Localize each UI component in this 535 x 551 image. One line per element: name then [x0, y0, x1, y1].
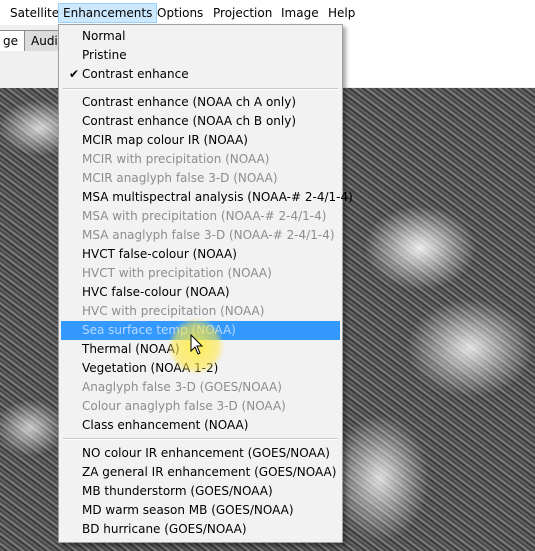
menu-item-za-general-ir[interactable]: ZA general IR enhancement (GOES/NOAA)	[61, 463, 340, 482]
menu-item-hvct[interactable]: HVCT false-colour (NOAA)	[61, 245, 340, 264]
menu-bar: Satellite Enhancements Options Projectio…	[0, 0, 535, 25]
menu-item-hvct-precip: HVCT with precipitation (NOAA)	[61, 264, 340, 283]
menu-item-bd-hurricane[interactable]: BD hurricane (GOES/NOAA)	[61, 520, 340, 539]
menu-item-label: Contrast enhance (NOAA ch A only)	[82, 95, 297, 109]
menu-item-colour-anaglyph: Colour anaglyph false 3-D (NOAA)	[61, 397, 340, 416]
menu-projection[interactable]: Projection	[209, 4, 276, 22]
menu-enhancements[interactable]: Enhancements	[58, 3, 158, 23]
menu-item-contrast-ch-b[interactable]: Contrast enhance (NOAA ch B only)	[61, 112, 340, 131]
menu-item-label: MCIR anaglyph false 3-D (NOAA)	[82, 171, 278, 185]
menu-item-label: MB thunderstorm (GOES/NOAA)	[82, 484, 273, 498]
menu-item-no-colour-ir[interactable]: NO colour IR enhancement (GOES/NOAA)	[61, 444, 340, 463]
menu-item-normal[interactable]: Normal	[61, 27, 340, 46]
menu-item-label: HVCT with precipitation (NOAA)	[82, 266, 272, 280]
menu-separator	[63, 438, 338, 440]
menu-item-contrast-enhance[interactable]: ✔ Contrast enhance	[61, 65, 340, 84]
menu-item-mb-thunderstorm[interactable]: MB thunderstorm (GOES/NOAA)	[61, 482, 340, 501]
menu-item-label: MSA with precipitation (NOAA-# 2-4/1-4)	[82, 209, 327, 223]
checkmark-icon: ✔	[68, 67, 80, 81]
tab-image[interactable]: ge	[0, 30, 25, 51]
menu-item-label: Normal	[82, 29, 126, 43]
menu-separator	[63, 88, 338, 90]
menu-item-label: MCIR with precipitation (NOAA)	[82, 152, 270, 166]
menu-item-label: ZA general IR enhancement (GOES/NOAA)	[82, 465, 337, 479]
menu-item-label: Contrast enhance (NOAA ch B only)	[82, 114, 297, 128]
menu-item-label: HVC false-colour (NOAA)	[82, 285, 230, 299]
menu-item-label: BD hurricane (GOES/NOAA)	[82, 522, 247, 536]
menu-item-label: Colour anaglyph false 3-D (NOAA)	[82, 399, 286, 413]
toolbar-area	[342, 25, 535, 87]
enhancements-dropdown: Normal Pristine ✔ Contrast enhance Contra…	[58, 24, 353, 543]
menu-item-pristine[interactable]: Pristine	[61, 46, 340, 65]
menu-image[interactable]: Image	[277, 4, 323, 22]
menu-item-label: Pristine	[82, 48, 127, 62]
menu-item-class-enhancement[interactable]: Class enhancement (NOAA)	[61, 416, 340, 435]
menu-item-label: HVC with precipitation (NOAA)	[82, 304, 265, 318]
menu-help[interactable]: Help	[324, 4, 359, 22]
mouse-pointer-icon	[190, 334, 204, 355]
menu-item-label: Contrast enhance	[82, 67, 189, 81]
menu-item-label: MSA multispectral analysis (NOAA-# 2-4/1…	[82, 190, 353, 204]
menu-options[interactable]: Options	[153, 4, 207, 22]
menu-item-msa-anaglyph: MSA anaglyph false 3-D (NOAA-# 2-4/1-4)	[61, 226, 340, 245]
menu-item-contrast-ch-a[interactable]: Contrast enhance (NOAA ch A only)	[61, 93, 340, 112]
menu-item-mcir-map[interactable]: MCIR map colour IR (NOAA)	[61, 131, 340, 150]
menu-item-msa[interactable]: MSA multispectral analysis (NOAA-# 2-4/1…	[61, 188, 353, 207]
menu-item-anaglyph: Anaglyph false 3-D (GOES/NOAA)	[61, 378, 340, 397]
menu-item-label: MCIR map colour IR (NOAA)	[82, 133, 248, 147]
menu-item-md-warm-season[interactable]: MD warm season MB (GOES/NOAA)	[61, 501, 340, 520]
menu-item-label: MD warm season MB (GOES/NOAA)	[82, 503, 294, 517]
menu-item-hvc[interactable]: HVC false-colour (NOAA)	[61, 283, 340, 302]
menu-item-label: Anaglyph false 3-D (GOES/NOAA)	[82, 380, 282, 394]
menu-item-label: Thermal (NOAA)	[82, 342, 180, 356]
menu-item-label: HVCT false-colour (NOAA)	[82, 247, 237, 261]
menu-item-mcir-precip: MCIR with precipitation (NOAA)	[61, 150, 340, 169]
menu-item-mcir-anaglyph: MCIR anaglyph false 3-D (NOAA)	[61, 169, 340, 188]
menu-item-msa-precip: MSA with precipitation (NOAA-# 2-4/1-4)	[61, 207, 340, 226]
menu-item-label: NO colour IR enhancement (GOES/NOAA)	[82, 446, 330, 460]
menu-satellite[interactable]: Satellite	[6, 4, 63, 22]
menu-item-label: MSA anaglyph false 3-D (NOAA-# 2-4/1-4)	[82, 228, 335, 242]
menu-item-label: Class enhancement (NOAA)	[82, 418, 249, 432]
